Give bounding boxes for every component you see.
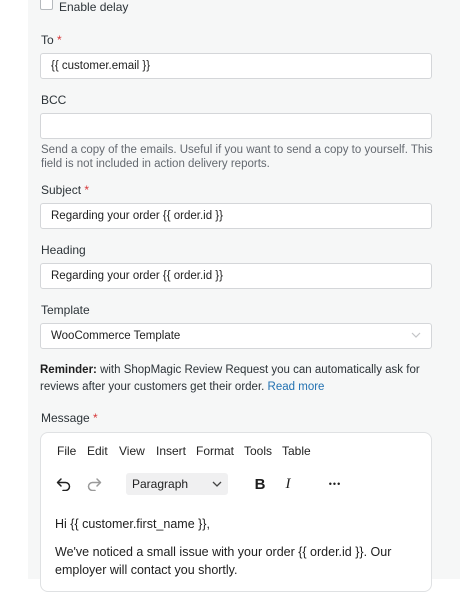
block-format-select[interactable]: Paragraph	[126, 473, 228, 495]
chevron-down-icon	[212, 481, 222, 487]
bcc-label: BCC	[41, 93, 67, 107]
enable-delay-label: Enable delay	[59, 0, 129, 14]
menu-tools[interactable]: Tools	[244, 444, 272, 458]
more-options-button[interactable]: •••	[323, 473, 347, 495]
menu-insert[interactable]: Insert	[156, 444, 186, 458]
heading-label: Heading	[41, 243, 86, 257]
subject-input[interactable]: Regarding your order {{ order.id }}	[40, 203, 432, 229]
bcc-input[interactable]	[40, 113, 432, 139]
undo-icon	[56, 478, 71, 491]
heading-input[interactable]: Regarding your order {{ order.id }}	[40, 263, 432, 289]
menu-file[interactable]: File	[57, 444, 76, 458]
redo-button[interactable]	[83, 473, 105, 495]
read-more-link[interactable]: Read more	[268, 381, 325, 393]
to-input-value: {{ customer.email }}	[51, 60, 151, 72]
message-editor[interactable]: File Edit View Insert Format Tools Table…	[40, 432, 432, 592]
template-label: Template	[41, 303, 90, 317]
to-input[interactable]: {{ customer.email }}	[40, 53, 432, 79]
redo-icon	[87, 478, 102, 491]
message-label: Message *	[41, 411, 98, 425]
enable-delay-checkbox[interactable]	[40, 0, 53, 10]
editor-menubar: File Edit View Insert Format Tools Table	[41, 433, 431, 469]
italic-button[interactable]: I	[277, 473, 299, 495]
to-label: To *	[41, 33, 62, 47]
content-body: We've noticed a small issue with your or…	[55, 545, 392, 577]
editor-content[interactable]: Hi {{ customer.first_name }}, We've noti…	[55, 515, 415, 589]
chevron-down-icon	[411, 332, 421, 338]
template-select[interactable]: WooCommerce Template	[40, 323, 432, 349]
subject-label: Subject *	[41, 183, 90, 197]
menu-view[interactable]: View	[119, 444, 145, 458]
menu-format[interactable]: Format	[196, 444, 234, 458]
editor-toolbar: Paragraph B I •••	[41, 469, 431, 501]
bcc-help-text: Send a copy of the emails. Useful if you…	[41, 144, 433, 170]
bold-button[interactable]: B	[249, 473, 271, 495]
menu-table[interactable]: Table	[282, 444, 311, 458]
content-greeting: Hi {{ customer.first_name }},	[55, 517, 210, 531]
undo-button[interactable]	[53, 473, 75, 495]
menu-edit[interactable]: Edit	[87, 444, 108, 458]
reminder-notice: Reminder: with ShopMagic Review Request …	[40, 364, 420, 393]
